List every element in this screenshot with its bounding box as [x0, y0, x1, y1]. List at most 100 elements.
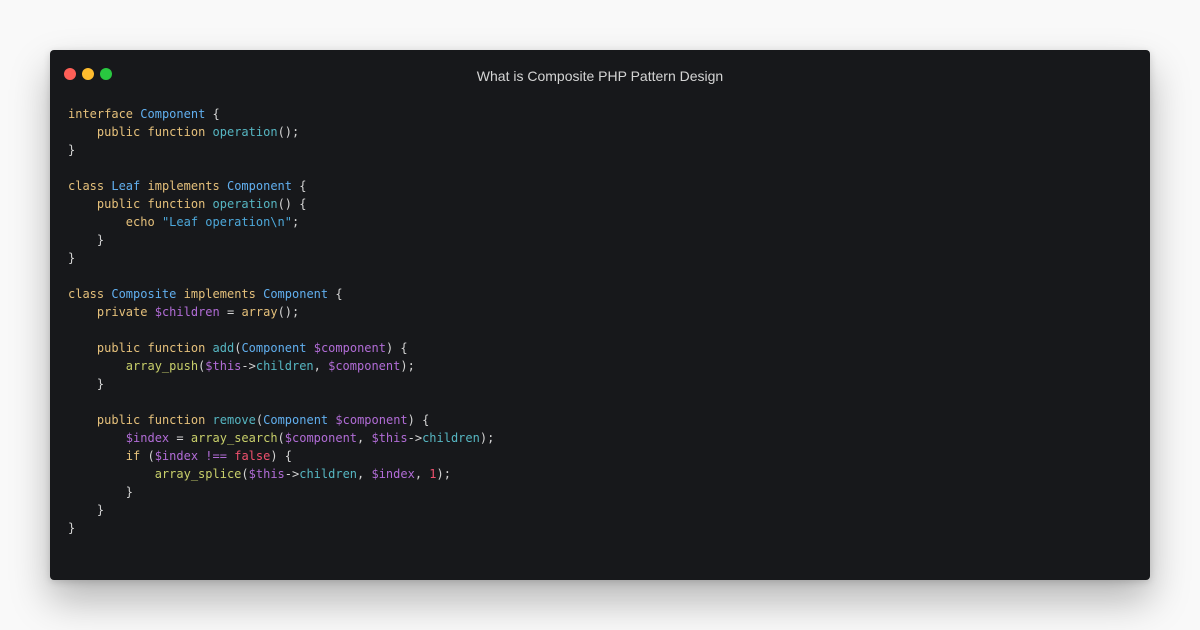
code-token-punc	[176, 287, 183, 301]
code-token-prop: children	[255, 359, 314, 373]
code-token-prop: children	[299, 467, 358, 481]
code-line: echo "Leaf operation\n";	[68, 213, 1128, 231]
code-token-punc: ,	[313, 359, 329, 373]
code-token-punc: }	[68, 377, 105, 391]
code-token-punc: =	[169, 431, 191, 445]
code-token-kw: if	[125, 449, 141, 463]
code-token-punc: ,	[357, 431, 372, 445]
code-line: public function operation() {	[68, 195, 1128, 213]
code-line: array_splice($this->children, $index, 1)…	[68, 465, 1128, 483]
code-token-punc: ->	[407, 431, 423, 445]
code-token-kw: implements	[147, 179, 220, 193]
code-token-type: Component	[263, 287, 329, 301]
code-line: }	[68, 249, 1128, 267]
code-token-punc: (	[140, 449, 155, 463]
code-token-punc: ,	[414, 467, 430, 481]
code-token-var: $index	[154, 449, 199, 463]
code-token-punc: {	[205, 107, 220, 121]
code-token-type: Component	[140, 107, 206, 121]
code-token-punc	[140, 341, 147, 355]
code-line: array_push($this->children, $component);	[68, 357, 1128, 375]
code-token-punc: {	[292, 179, 307, 193]
code-token-type: Composite	[111, 287, 177, 301]
code-token-punc: }	[68, 521, 76, 535]
code-token-builtin: array_search	[190, 431, 278, 445]
code-token-punc: }	[68, 485, 134, 499]
code-line: }	[68, 519, 1128, 537]
code-token-bool: false	[234, 449, 271, 463]
code-token-punc	[140, 197, 147, 211]
code-token-punc	[205, 197, 212, 211]
code-token-type: Leaf	[111, 179, 141, 193]
code-token-var: $index	[125, 431, 170, 445]
code-token-punc	[140, 179, 147, 193]
code-token-punc: }	[68, 503, 105, 517]
code-token-punc	[155, 215, 162, 229]
code-token-punc: ();	[277, 305, 300, 319]
code-token-kw: implements	[183, 287, 256, 301]
code-token-kw: echo	[125, 215, 155, 229]
code-token-punc	[68, 467, 155, 481]
code-token-num: 1	[429, 467, 437, 481]
code-token-punc: (	[241, 467, 249, 481]
code-token-var: $this	[371, 431, 408, 445]
code-token-punc: ();	[277, 125, 300, 139]
code-token-punc: }	[68, 251, 76, 265]
code-token-punc: () {	[277, 197, 307, 211]
code-token-var: $this	[248, 467, 285, 481]
code-token-punc: ) {	[270, 449, 293, 463]
code-line: private $children = array();	[68, 303, 1128, 321]
code-token-builtin: array_push	[125, 359, 199, 373]
code-token-kw: function	[147, 341, 206, 355]
code-token-prop: children	[422, 431, 480, 445]
code-token-punc	[68, 341, 97, 355]
code-token-fn: operation	[212, 197, 278, 211]
code-token-punc: );	[400, 359, 415, 373]
code-token-punc	[68, 215, 126, 229]
code-token-kw: function	[147, 413, 206, 427]
code-token-type: Component	[241, 341, 307, 355]
code-token-builtin: array_splice	[154, 467, 242, 481]
code-token-punc	[68, 431, 126, 445]
code-token-punc: ->	[284, 467, 300, 481]
code-line: }	[68, 375, 1128, 393]
code-token-punc	[306, 341, 313, 355]
code-token-fn: add	[212, 341, 235, 355]
code-token-var: $component	[328, 359, 401, 373]
code-token-punc	[68, 359, 126, 373]
code-token-kw: function	[147, 197, 206, 211]
code-token-kw: private	[96, 305, 148, 319]
code-token-var: $component	[284, 431, 358, 445]
code-token-punc: (	[277, 431, 285, 445]
code-token-punc	[220, 179, 227, 193]
code-line: class Leaf implements Component {	[68, 177, 1128, 195]
code-token-punc: );	[436, 467, 451, 481]
code-token-punc: ) {	[407, 413, 430, 427]
code-token-punc	[68, 305, 97, 319]
window-titlebar: What is Composite PHP Pattern Design	[50, 50, 1150, 100]
code-token-punc	[147, 305, 154, 319]
code-token-fn: operation	[212, 125, 278, 139]
code-line: public function operation();	[68, 123, 1128, 141]
code-token-punc: ->	[241, 359, 256, 373]
code-token-punc	[68, 449, 126, 463]
code-line: if ($index !== false) {	[68, 447, 1128, 465]
code-line: interface Component {	[68, 105, 1128, 123]
window-title: What is Composite PHP Pattern Design	[476, 68, 724, 84]
code-token-var: $this	[205, 359, 242, 373]
code-token-punc: ) {	[385, 341, 408, 355]
code-token-punc	[205, 341, 212, 355]
code-token-punc: );	[479, 431, 495, 445]
code-token-kw: class	[68, 287, 105, 301]
code-block: interface Component { public function op…	[68, 105, 1128, 537]
code-token-punc: =	[219, 305, 242, 319]
code-window: What is Composite PHP Pattern Design int…	[50, 50, 1150, 580]
code-token-punc: }	[68, 233, 105, 247]
code-line: }	[68, 483, 1128, 501]
code-token-kw: array	[241, 305, 278, 319]
code-line: }	[68, 141, 1128, 159]
code-line: }	[68, 501, 1128, 519]
